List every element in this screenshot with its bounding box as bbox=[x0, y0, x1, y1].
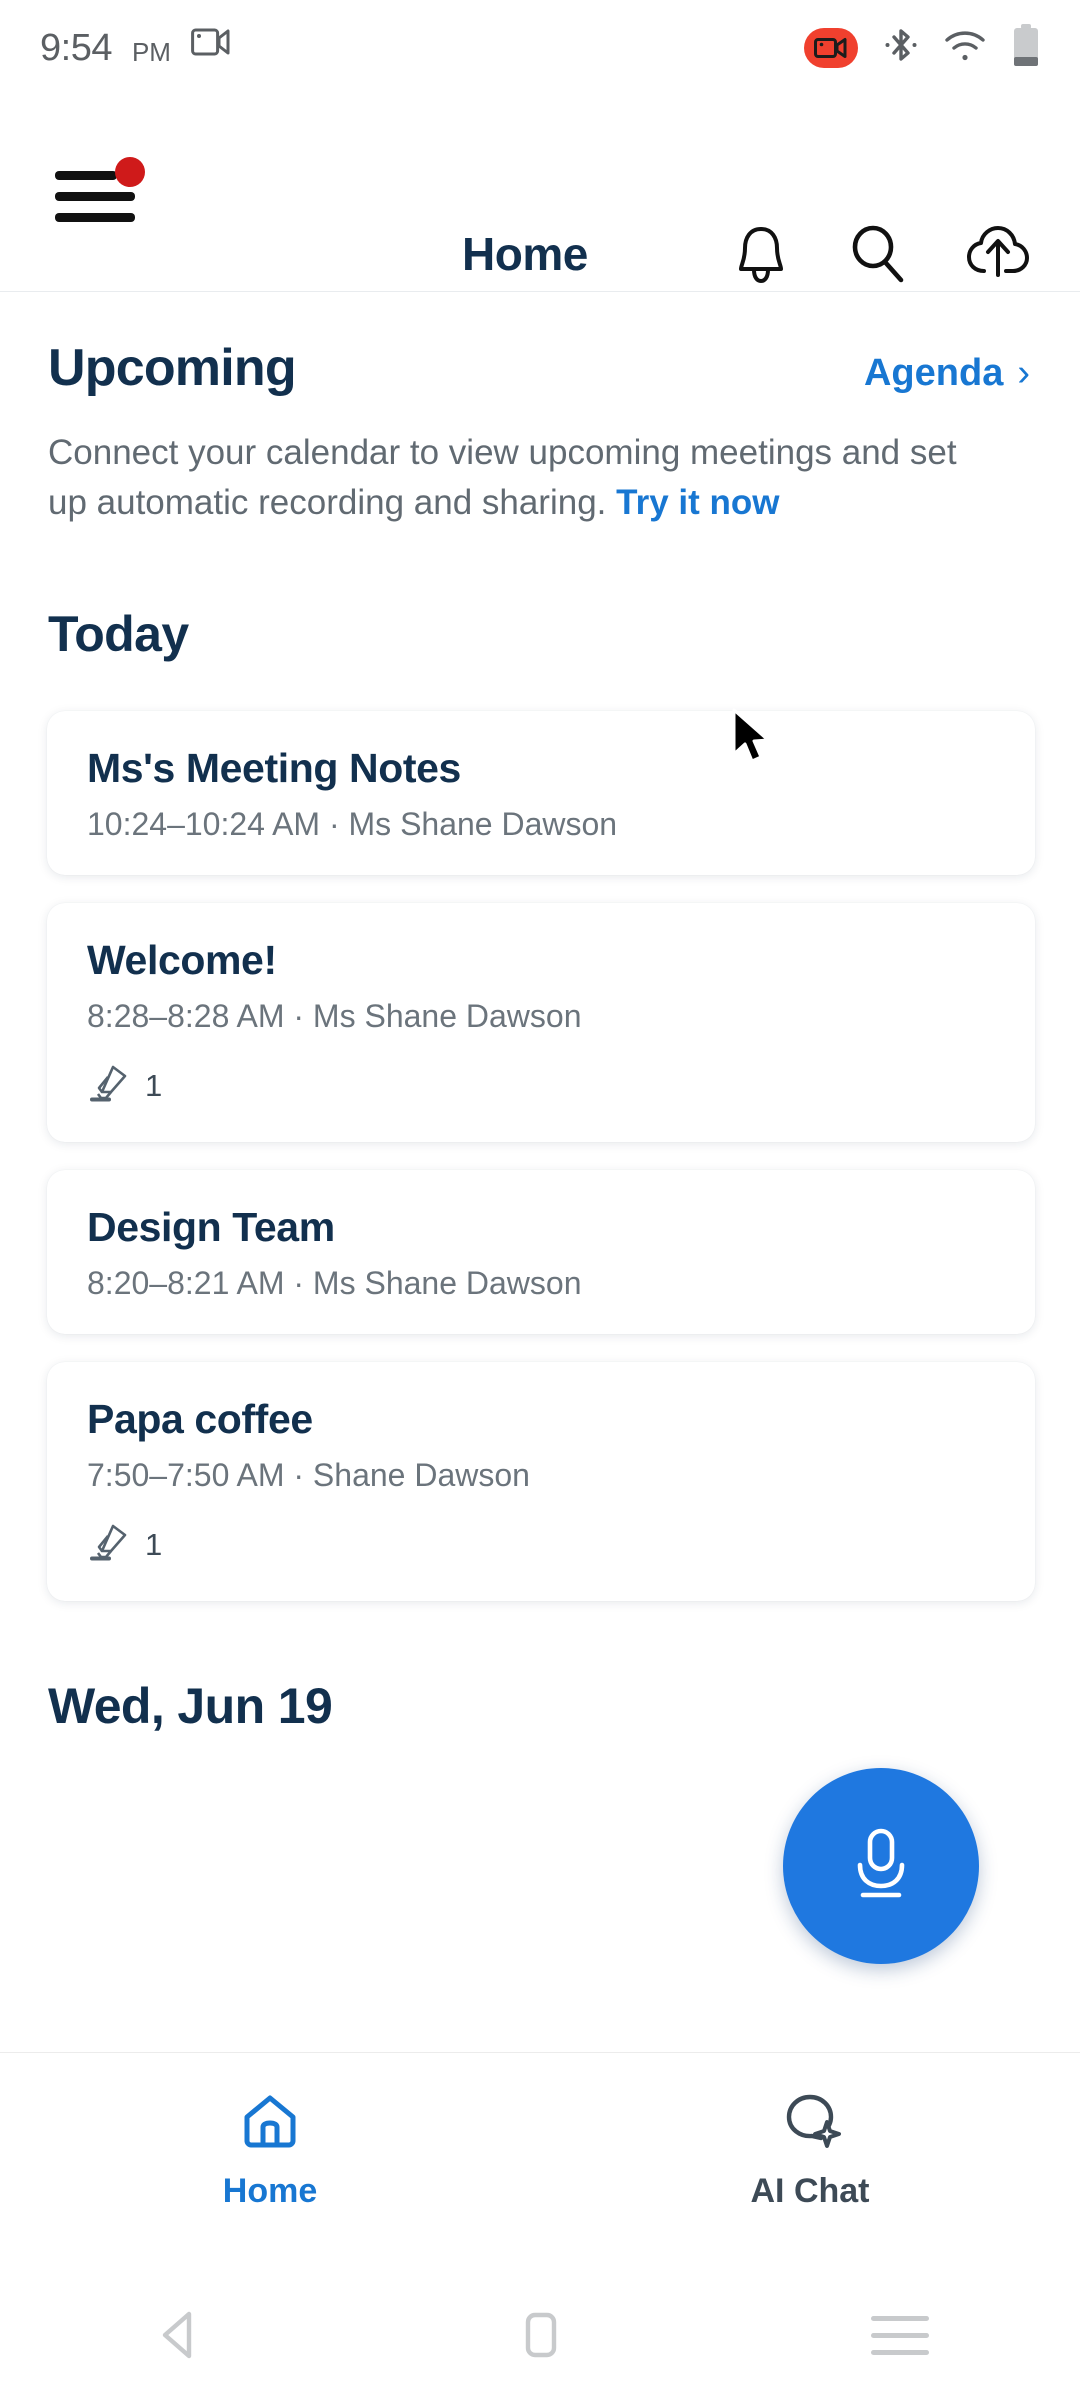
back-triangle-icon bbox=[162, 2311, 192, 2359]
nav-tab-home[interactable]: Home bbox=[0, 2053, 540, 2211]
next-date-heading: Wed, Jun 19 bbox=[48, 1678, 333, 1735]
page-title: Home bbox=[462, 228, 588, 280]
meeting-meta: 8:20–8:21 AM · Ms Shane Dawson bbox=[87, 1265, 582, 1302]
bottom-navigation-bar: Home AI Chat bbox=[0, 2052, 1080, 2270]
highlight-count: 1 bbox=[145, 1067, 163, 1103]
try-it-now-link[interactable]: Try it now bbox=[616, 483, 779, 522]
android-recents-button[interactable] bbox=[810, 2290, 990, 2380]
meeting-card[interactable]: Ms's Meeting Notes 10:24–10:24 AM · Ms S… bbox=[47, 711, 1035, 876]
highlighter-icon bbox=[87, 1061, 131, 1110]
wifi-icon bbox=[944, 29, 986, 68]
hamburger-bar bbox=[55, 170, 117, 180]
meeting-card[interactable]: Design Team 8:20–8:21 AM · Ms Shane Daws… bbox=[47, 1170, 1035, 1335]
bluetooth-icon bbox=[884, 25, 918, 72]
hamburger-menu-icon[interactable] bbox=[55, 156, 145, 229]
hamburger-bar bbox=[55, 212, 135, 222]
status-bar-left: 9:54 PM bbox=[40, 26, 231, 69]
upcoming-heading: Upcoming bbox=[48, 339, 297, 397]
hamburger-bar bbox=[55, 191, 135, 201]
meeting-meta: 8:28–8:28 AM · Ms Shane Dawson bbox=[87, 998, 582, 1035]
chevron-right-icon: › bbox=[1017, 352, 1030, 394]
upcoming-blurb: Connect your calendar to view upcoming m… bbox=[0, 398, 1080, 527]
nav-tab-ai-chat[interactable]: AI Chat bbox=[540, 2053, 1080, 2211]
home-icon bbox=[239, 2091, 301, 2156]
android-system-nav bbox=[0, 2270, 1080, 2400]
meeting-meta: 7:50–7:50 AM · Shane Dawson bbox=[87, 1457, 530, 1494]
meeting-card[interactable]: Papa coffee 7:50–7:50 AM · Shane Dawson … bbox=[47, 1362, 1035, 1602]
highlighter-icon bbox=[87, 1520, 131, 1569]
upcoming-blurb-text: Connect your calendar to view upcoming m… bbox=[48, 433, 957, 522]
main-content: Upcoming Agenda › Connect your calendar … bbox=[0, 292, 1080, 1735]
meeting-card[interactable]: Welcome! 8:28–8:28 AM · Ms Shane Dawson … bbox=[47, 903, 1035, 1143]
status-ampm: PM bbox=[131, 37, 171, 67]
nav-tab-home-label: Home bbox=[222, 2172, 318, 2210]
home-square-icon bbox=[525, 2312, 557, 2358]
nav-tab-ai-chat-label: AI Chat bbox=[750, 2172, 870, 2210]
android-home-button[interactable] bbox=[450, 2290, 630, 2380]
ai-chat-bubble-icon bbox=[777, 2091, 843, 2156]
recording-badge-icon bbox=[804, 28, 858, 68]
highlight-count: 1 bbox=[145, 1526, 163, 1562]
agenda-label: Agenda bbox=[863, 352, 1004, 394]
status-time: 9:54 bbox=[40, 27, 112, 69]
video-camera-icon bbox=[191, 26, 231, 63]
microphone-icon bbox=[844, 1823, 918, 1910]
today-heading: Today bbox=[48, 606, 189, 663]
notification-dot-badge bbox=[115, 156, 145, 187]
phone-screen: 9:54 PM Home Upcoming Agenda › Connect y… bbox=[0, 0, 1080, 2400]
meeting-title: Ms's Meeting Notes bbox=[87, 745, 461, 792]
highlight-badge: 1 bbox=[87, 1520, 995, 1569]
meeting-meta: 10:24–10:24 AM · Ms Shane Dawson bbox=[87, 806, 618, 843]
app-header: Home bbox=[0, 96, 1080, 292]
bell-icon[interactable] bbox=[732, 223, 790, 285]
upcoming-section-header: Upcoming Agenda › bbox=[0, 292, 1080, 398]
battery-icon bbox=[1012, 23, 1040, 73]
status-bar-right bbox=[804, 23, 1040, 73]
highlight-badge: 1 bbox=[87, 1061, 995, 1110]
record-fab-button[interactable] bbox=[783, 1768, 979, 1964]
meeting-title: Welcome! bbox=[87, 937, 277, 984]
status-bar: 9:54 PM bbox=[0, 0, 1080, 96]
recents-lines-icon bbox=[871, 2315, 929, 2355]
android-back-button[interactable] bbox=[90, 2290, 270, 2380]
search-icon[interactable] bbox=[848, 223, 908, 285]
agenda-link[interactable]: Agenda › bbox=[864, 352, 1030, 395]
meeting-title: Design Team bbox=[87, 1204, 335, 1251]
today-card-list: Ms's Meeting Notes 10:24–10:24 AM · Ms S… bbox=[0, 663, 1080, 1602]
app-header-actions bbox=[732, 223, 1030, 285]
cloud-upload-icon[interactable] bbox=[966, 225, 1030, 283]
meeting-title: Papa coffee bbox=[87, 1396, 313, 1443]
